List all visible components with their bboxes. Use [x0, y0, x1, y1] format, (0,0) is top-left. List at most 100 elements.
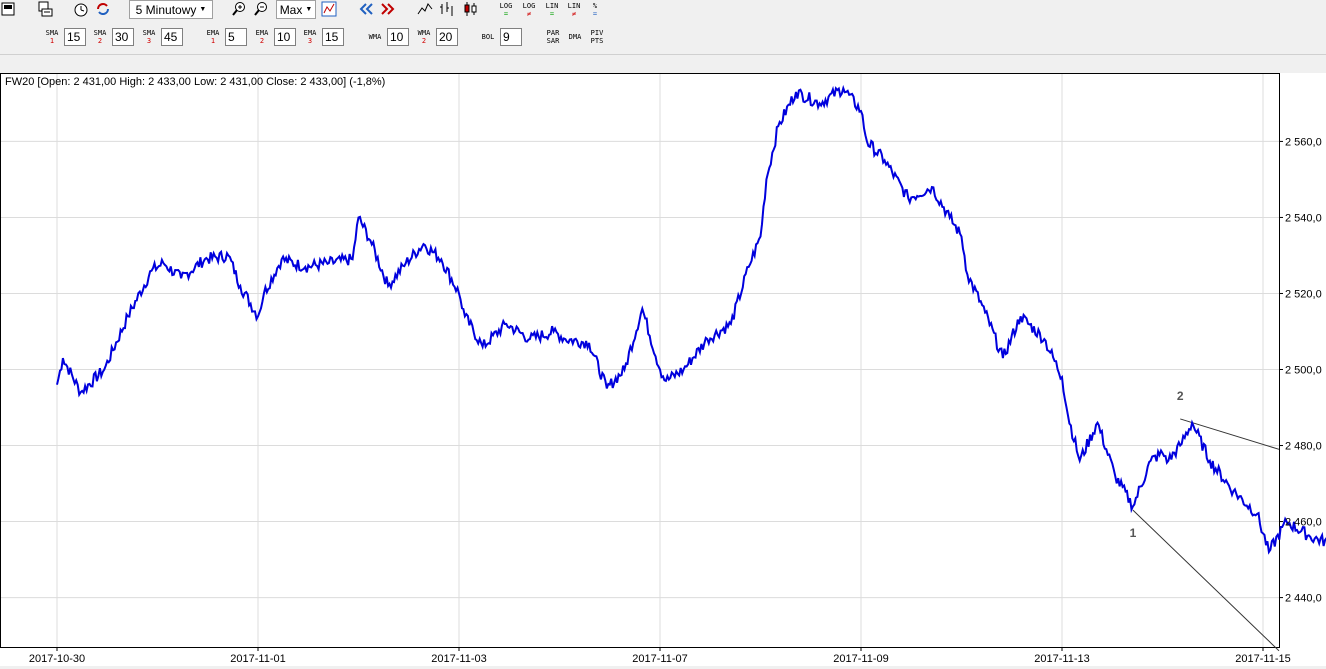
indicator-name-line2: SAR [546, 37, 560, 45]
scale-button-bottom: ≠ [571, 10, 577, 18]
y-tick-label: 2 460,0 [1285, 517, 1322, 529]
scale-button-top: LOG [522, 2, 536, 10]
wma2-period-input[interactable]: 20 [436, 28, 458, 46]
y-tick-label: 2 500,0 [1285, 365, 1322, 377]
ema1-toggle[interactable]: EMA 1 [203, 27, 223, 47]
chevron-down-icon: ▼ [199, 6, 207, 13]
price-line [56, 84, 1326, 555]
bollinger-period-input[interactable]: 9 [500, 28, 522, 46]
y-tick-label: 2 480,0 [1285, 441, 1322, 453]
indicator-name-line2: PTS [590, 37, 604, 45]
indicator-name: SMA [45, 29, 59, 37]
scale-button-top: LOG [499, 2, 513, 10]
candlestick-chart-icon[interactable] [462, 0, 480, 18]
wma1-period-input[interactable]: 10 [387, 28, 409, 46]
y-tick-label: 2 560,0 [1285, 136, 1322, 148]
indicator-name: DMA [568, 33, 582, 41]
line-chart-icon[interactable] [416, 0, 434, 18]
scale-button-bottom: = [503, 10, 509, 18]
indicator-name: EMA [303, 29, 317, 37]
plot-frame [0, 73, 1280, 648]
interval-select-label: 5 Minutowy [135, 2, 197, 17]
indicator-index: 3 [146, 37, 152, 45]
trendline [1180, 418, 1280, 450]
ema3-period-input[interactable]: 15 [322, 28, 344, 46]
chart-area[interactable]: FW20 [Open: 2 431,00 High: 2 433,00 Low:… [0, 73, 1326, 666]
sma2-period-input[interactable]: 30 [112, 28, 134, 46]
wma2-toggle[interactable]: WMA 2 [414, 27, 434, 47]
x-tick-label: 2017-11-07 [632, 653, 687, 665]
x-tick-label: 2017-11-15 [1235, 653, 1290, 665]
indicator-index: 2 [97, 37, 103, 45]
chart-fit-icon[interactable] [320, 0, 338, 18]
indicator-name: SMA [93, 29, 107, 37]
chart-title: FW20 [Open: 2 431,00 High: 2 433,00 Low:… [5, 76, 385, 88]
scale-button-top: % [592, 2, 598, 10]
parabolic-sar-toggle[interactable]: PAR SAR [542, 27, 564, 47]
y-axis: 2 440,0 2 460,0 2 480,0 2 500,0 2 520,0 2 540… [1279, 136, 1322, 605]
x-tick-label: 2017-10-30 [29, 653, 85, 665]
x-tick-label: 2017-11-13 [1034, 653, 1089, 665]
y-tick-label: 2 440,0 [1285, 593, 1322, 605]
x-tick-label: 2017-11-09 [833, 653, 888, 665]
scale-button-bottom: ≠ [526, 10, 532, 18]
indicator-name: PAR [546, 29, 560, 37]
y-tick-label: 2 540,0 [1285, 212, 1322, 224]
scale-log-neq-button[interactable]: LOG ≠ [519, 0, 539, 20]
indicator-name: EMA [255, 29, 269, 37]
y-tick-label: 2 520,0 [1285, 288, 1322, 300]
x-tick-label: 2017-11-01 [230, 653, 285, 665]
indicator-index: 3 [307, 37, 313, 45]
clock-icon[interactable] [72, 0, 90, 18]
wma1-toggle[interactable]: WMA [365, 27, 385, 47]
sma2-toggle[interactable]: SMA 2 [90, 27, 110, 47]
sma1-toggle[interactable]: SMA 1 [42, 27, 62, 47]
main-toolbar: 5 Minutowy ▼ Max ▼ LOG = LOG ≠ LIN = LIN ≠ [0, 0, 1326, 22]
indicator-name: WMA [368, 33, 382, 41]
scale-button-top: LIN [567, 2, 581, 10]
bollinger-toggle[interactable]: BOL [478, 27, 498, 47]
interval-select[interactable]: 5 Minutowy ▼ [129, 0, 213, 19]
scale-button-bottom: = [592, 10, 598, 18]
scale-lin-eq-button[interactable]: LIN = [542, 0, 562, 20]
trendline [1132, 509, 1280, 652]
ohlc-chart-icon[interactable] [438, 0, 456, 18]
indicator-name: BOL [481, 33, 495, 41]
wave-label: 2 [1177, 389, 1184, 403]
scale-percent-button[interactable]: % = [588, 0, 602, 20]
scroll-left-icon[interactable] [356, 0, 376, 18]
ema2-toggle[interactable]: EMA 2 [252, 27, 272, 47]
scale-lin-neq-button[interactable]: LIN ≠ [564, 0, 584, 20]
indicator-name: WMA [417, 29, 431, 37]
range-select-label: Max [279, 2, 303, 17]
zoom-in-icon[interactable] [230, 0, 248, 18]
sma3-period-input[interactable]: 45 [161, 28, 183, 46]
refresh-icon[interactable] [94, 0, 112, 18]
sma3-toggle[interactable]: SMA 3 [139, 27, 159, 47]
ema2-period-input[interactable]: 10 [274, 28, 296, 46]
ema1-period-input[interactable]: 5 [225, 28, 247, 46]
x-tick-label: 2017-11-03 [431, 653, 486, 665]
wave-label: 1 [1130, 526, 1137, 540]
scroll-right-icon[interactable] [378, 0, 398, 18]
scale-button-top: LIN [545, 2, 559, 10]
scale-button-bottom: = [549, 10, 555, 18]
x-axis: 2017-10-30 2017-11-01 2017-11-03 2017-11-07… [29, 647, 1291, 665]
price-chart[interactable]: FW20 [Open: 2 431,00 High: 2 433,00 Low:… [0, 73, 1326, 666]
chevron-down-icon: ▼ [305, 6, 313, 13]
indicator-index: 2 [259, 37, 265, 45]
scale-log-eq-button[interactable]: LOG = [496, 0, 516, 20]
save-icon[interactable] [0, 0, 16, 18]
dma-toggle[interactable]: DMA [564, 27, 586, 47]
indicator-toolbar: SMA 1 15 SMA 2 30 SMA 3 45 EMA 1 5 EMA 2… [0, 22, 1326, 55]
sma1-period-input[interactable]: 15 [64, 28, 86, 46]
indicator-index: 1 [49, 37, 55, 45]
indicator-name: SMA [142, 29, 156, 37]
ema3-toggle[interactable]: EMA 3 [300, 27, 320, 47]
chart-grid [0, 73, 1279, 647]
pivot-points-toggle[interactable]: PIV PTS [586, 27, 608, 47]
range-select[interactable]: Max ▼ [276, 0, 316, 19]
zoom-out-icon[interactable] [252, 0, 270, 18]
print-icon[interactable] [36, 0, 54, 18]
indicator-name: PIV [590, 29, 604, 37]
